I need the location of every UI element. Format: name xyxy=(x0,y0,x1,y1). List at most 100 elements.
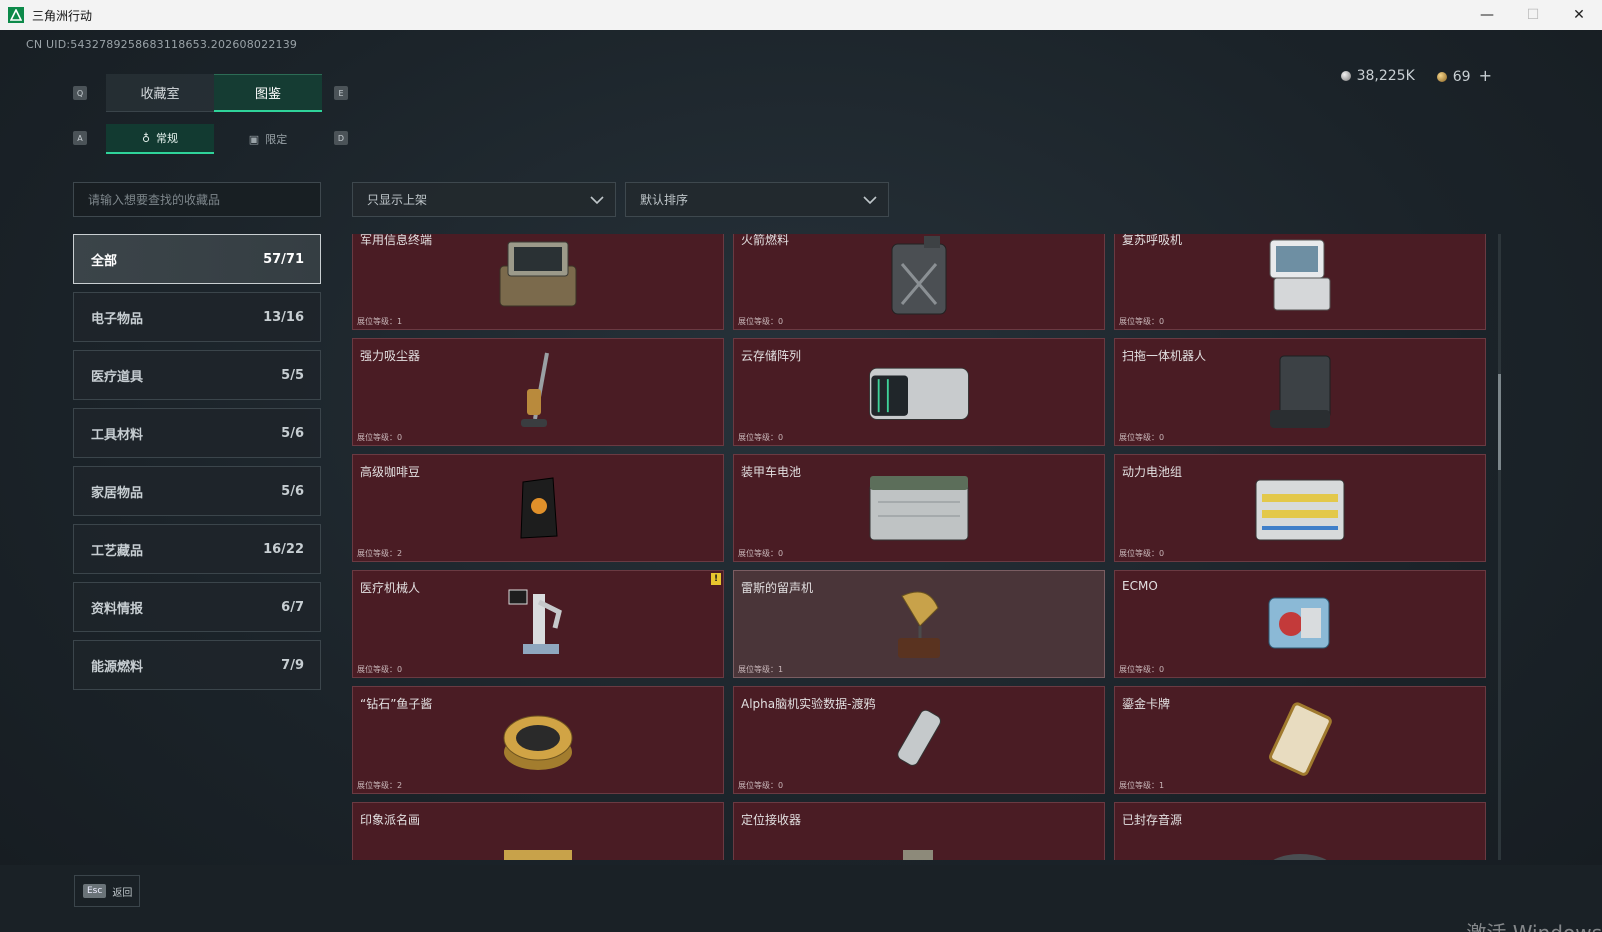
back-button[interactable]: Esc 返回 xyxy=(74,875,140,907)
category-all[interactable]: 全部 57/71 xyxy=(73,234,321,284)
category-count: 16/22 xyxy=(263,541,304,557)
item-card[interactable]: 印象派名画 xyxy=(352,802,724,860)
item-level: 展位等级：0 xyxy=(738,317,784,326)
item-name: 火箭燃料 xyxy=(741,234,790,247)
esc-key-hint: Esc xyxy=(83,884,107,898)
subtab-limited[interactable]: ▣ 限定 xyxy=(214,124,322,154)
coffee-bean-bag-icon xyxy=(483,463,593,553)
item-card[interactable]: “钻石”鱼子酱 展位等级：2 xyxy=(352,686,724,794)
vacuum-cleaner-icon xyxy=(483,347,593,437)
category-crafts[interactable]: 工艺藏品 16/22 xyxy=(73,524,321,574)
item-name: 复苏呼吸机 xyxy=(1122,234,1183,247)
item-level: 展位等级：1 xyxy=(357,317,403,326)
item-card[interactable]: 定位接收器 xyxy=(733,802,1105,860)
item-card[interactable]: 已封存音源 xyxy=(1114,802,1486,860)
item-card[interactable]: Alpha脑机实验数据-渡鸦 展位等级：0 xyxy=(733,686,1105,794)
subtab-regular-label: 常规 xyxy=(156,132,179,145)
category-energy[interactable]: 能源燃料 7/9 xyxy=(73,640,321,690)
item-name: 印象派名画 xyxy=(360,813,421,827)
sort-dropdown[interactable]: 默认排序 xyxy=(625,182,889,217)
item-level: 展位等级：0 xyxy=(1119,317,1165,326)
close-button[interactable]: ✕ xyxy=(1556,0,1602,30)
item-card[interactable]: 扫拖一体机器人 展位等级：0 xyxy=(1114,338,1486,446)
item-card[interactable]: 装甲车电池 展位等级：0 xyxy=(733,454,1105,562)
search-input[interactable]: 请输入想要查找的收藏品 xyxy=(73,182,321,217)
mopping-robot-icon xyxy=(1245,347,1355,437)
cloud-storage-array-icon xyxy=(864,347,974,437)
item-card[interactable]: 动力电池组 展位等级：0 xyxy=(1114,454,1486,562)
item-name: “钻石”鱼子酱 xyxy=(360,697,433,711)
gold-currency: 69 + xyxy=(1436,66,1492,85)
category-intel[interactable]: 资料情报 6/7 xyxy=(73,582,321,632)
item-name: 装甲车电池 xyxy=(741,465,802,479)
category-electronics[interactable]: 电子物品 13/16 xyxy=(73,292,321,342)
game-viewport: CN UID:5432789258683118653.202608022139 … xyxy=(0,30,1602,932)
minimize-button[interactable]: — xyxy=(1464,0,1510,30)
item-name: 高级咖啡豆 xyxy=(360,465,421,479)
window-titlebar: 三角洲行动 — ☐ ✕ xyxy=(0,0,1602,30)
item-name: 定位接收器 xyxy=(741,813,802,827)
maximize-button[interactable]: ☐ xyxy=(1510,0,1556,30)
item-card[interactable]: 高级咖啡豆 展位等级：2 xyxy=(352,454,724,562)
category-label: 能源燃料 xyxy=(91,659,144,675)
scrollbar-thumb[interactable] xyxy=(1498,374,1501,470)
key-hint-d: D xyxy=(334,131,348,145)
regular-icon: ♁ xyxy=(141,131,151,145)
sealed-audio-source-icon xyxy=(1245,829,1355,860)
delta-force-logo-icon xyxy=(8,7,24,23)
item-level: 展位等级：0 xyxy=(738,781,784,790)
tab-catalog[interactable]: 图鉴 xyxy=(214,74,322,112)
item-card[interactable]: 雷斯的留声机 展位等级：1 xyxy=(733,570,1105,678)
category-label: 医疗道具 xyxy=(91,369,144,385)
category-label: 工艺藏品 xyxy=(91,543,144,559)
category-count: 6/7 xyxy=(281,599,304,615)
item-card[interactable]: 火箭燃料 展位等级：0 xyxy=(733,234,1105,330)
gold-amount: 69 xyxy=(1452,69,1471,85)
gold-coin-icon xyxy=(1436,72,1447,82)
subtab-regular[interactable]: ♁ 常规 xyxy=(106,124,214,154)
main-tabs: 收藏室 图鉴 xyxy=(106,74,322,112)
item-level: 展位等级：0 xyxy=(1119,665,1165,674)
category-label: 电子物品 xyxy=(91,311,144,327)
limited-icon: ▣ xyxy=(248,132,260,146)
key-hint-e: E xyxy=(334,86,348,100)
tab-collection-room[interactable]: 收藏室 xyxy=(106,74,214,112)
silver-currency: 38,225K xyxy=(1340,67,1415,84)
item-card[interactable]: 军用信息终端 展位等级：1 xyxy=(352,234,724,330)
category-label: 工具材料 xyxy=(91,427,144,443)
item-level: 展位等级：0 xyxy=(1119,433,1165,442)
ecmo-machine-icon xyxy=(1245,579,1355,669)
windows-activation-watermark: 激活 Windows xyxy=(1466,917,1602,932)
item-level: 展位等级：0 xyxy=(357,433,403,442)
silver-amount: 38,225K xyxy=(1356,67,1415,84)
item-card[interactable]: 鎏金卡牌 展位等级：1 xyxy=(1114,686,1486,794)
chevron-down-icon xyxy=(863,196,877,205)
ventilator-icon xyxy=(1245,234,1355,321)
item-name: 已封存音源 xyxy=(1122,813,1183,827)
grid-scrollbar[interactable] xyxy=(1498,234,1501,860)
item-card[interactable]: 云存储阵列 展位等级：0 xyxy=(733,338,1105,446)
category-household[interactable]: 家居物品 5/6 xyxy=(73,466,321,516)
category-medical[interactable]: 医疗道具 5/5 xyxy=(73,350,321,400)
shelf-filter-label: 只显示上架 xyxy=(367,193,428,207)
add-currency-button[interactable]: + xyxy=(1479,66,1492,85)
category-label: 全部 xyxy=(91,253,118,269)
category-count: 5/6 xyxy=(281,483,304,499)
warning-icon: ! xyxy=(711,573,721,585)
item-card[interactable]: ECMO 展位等级：0 xyxy=(1114,570,1486,678)
category-tools[interactable]: 工具材料 5/6 xyxy=(73,408,321,458)
sort-label: 默认排序 xyxy=(640,193,689,207)
category-count: 7/9 xyxy=(281,657,304,673)
key-hint-q: Q xyxy=(73,86,87,100)
item-name: 鎏金卡牌 xyxy=(1122,697,1171,711)
military-terminal-icon xyxy=(483,234,593,321)
item-name: 医疗机械人 xyxy=(360,581,421,595)
gilded-card-icon xyxy=(1245,695,1355,785)
item-card[interactable]: 强力吸尘器 展位等级：0 xyxy=(352,338,724,446)
shelf-filter-dropdown[interactable]: 只显示上架 xyxy=(352,182,616,217)
locator-receiver-icon xyxy=(864,829,974,860)
item-card[interactable]: 医疗机械人 展位等级：0 ! xyxy=(352,570,724,678)
item-card[interactable]: 复苏呼吸机 展位等级：0 xyxy=(1114,234,1486,330)
item-level: 展位等级：1 xyxy=(1119,781,1165,790)
item-level: 展位等级：0 xyxy=(738,549,784,558)
